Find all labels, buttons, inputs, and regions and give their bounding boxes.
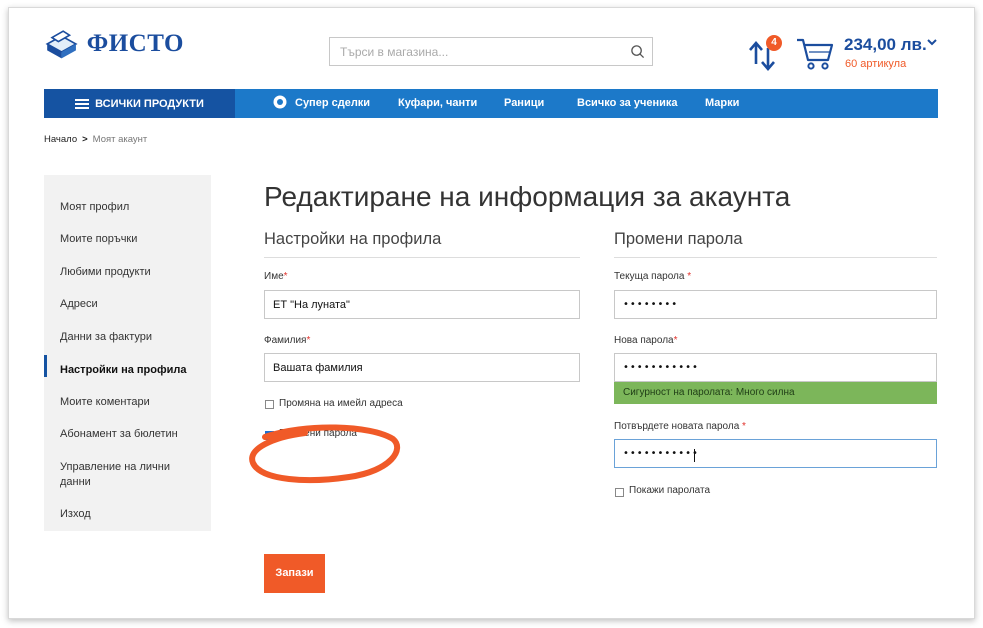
deal-badge-icon	[273, 95, 287, 109]
required-mark: *	[742, 421, 746, 432]
new-password-label-text: Нова парола	[614, 335, 674, 346]
confirm-password-label-text: Потвърдете новата парола	[614, 421, 740, 432]
show-password-checkbox[interactable]	[615, 488, 624, 497]
breadcrumb: Начало > Моят акаунт	[44, 134, 147, 145]
logo-box-icon	[45, 30, 78, 59]
cart-icon	[797, 38, 834, 70]
nav-item-school[interactable]: Всичко за ученика	[577, 89, 678, 118]
sidebar-item-addresses[interactable]: Адреси	[60, 297, 200, 312]
all-products-button[interactable]: ВСИЧКИ ПРОДУКТИ	[44, 89, 235, 118]
nav-item-label: Супер сделки	[295, 97, 371, 109]
profile-section-divider	[264, 257, 580, 258]
first-name-field[interactable]	[264, 290, 580, 319]
last-name-label: Фамилия*	[264, 335, 310, 346]
nav-item-suitcases[interactable]: Куфари, чанти	[398, 89, 477, 118]
nav-item-brands[interactable]: Марки	[705, 89, 739, 118]
active-indicator	[44, 355, 47, 377]
compare-count-badge: 4	[766, 35, 782, 51]
cart-items-count: 60 артикула	[845, 58, 907, 70]
required-mark: *	[673, 335, 678, 346]
change-email-checkbox[interactable]	[265, 400, 274, 409]
sidebar-item-invoices[interactable]: Данни за фактури	[60, 330, 200, 345]
sidebar-item-account-settings[interactable]: Настройки на профила	[60, 363, 200, 378]
last-name-field[interactable]	[264, 353, 580, 382]
chevron-down-icon[interactable]	[926, 36, 938, 48]
required-mark: *	[687, 271, 692, 282]
breadcrumb-current: Моят акаунт	[92, 134, 148, 145]
breadcrumb-home[interactable]: Начало	[44, 134, 77, 145]
first-name-label-text: Име	[264, 271, 284, 282]
new-password-field[interactable]	[614, 353, 937, 382]
save-button[interactable]: Запази	[264, 554, 325, 593]
sidebar-item-newsletter[interactable]: Абонамент за бюлетин	[60, 427, 200, 442]
search-input[interactable]	[330, 38, 620, 65]
password-section-title: Промени парола	[614, 230, 743, 248]
breadcrumb-separator: >	[82, 134, 88, 145]
profile-section-title: Настройки на профила	[264, 230, 442, 248]
sidebar-item-comments[interactable]: Моите коментари	[60, 395, 200, 410]
current-password-field[interactable]	[614, 290, 937, 319]
current-password-label: Текуща парола *	[614, 271, 691, 282]
required-mark: *	[283, 271, 288, 282]
sidebar-item-orders[interactable]: Моите поръчки	[60, 232, 200, 247]
page-title: Редактиране на информация за акаунта	[264, 181, 791, 212]
all-products-label: ВСИЧКИ ПРОДУКТИ	[95, 97, 204, 110]
site-logo[interactable]: ФИСТО	[44, 22, 184, 66]
sidebar-item-logout[interactable]: Изход	[60, 507, 200, 522]
cart-button[interactable]	[795, 36, 835, 72]
nav-item-backpacks[interactable]: Раници	[504, 89, 544, 118]
text-cursor	[694, 449, 695, 462]
account-sidebar: Моят профил Моите поръчки Любими продукт…	[44, 175, 211, 531]
change-email-label[interactable]: Промяна на имейл адреса	[279, 398, 403, 409]
sidebar-item-favorites[interactable]: Любими продукти	[60, 265, 200, 280]
search-box	[329, 37, 653, 66]
compare-button[interactable]: 4	[749, 35, 783, 72]
sidebar-item-profile[interactable]: Моят профил	[60, 200, 200, 215]
logo-text: ФИСТО	[86, 30, 184, 57]
password-strength-meter: Сигурност на паролата: Много силна	[614, 382, 937, 404]
new-password-label: Нова парола*	[614, 335, 678, 346]
confirm-password-label: Потвърдете новата парола *	[614, 421, 746, 432]
password-section-divider	[614, 257, 937, 258]
current-password-label-text: Текуща парола	[614, 271, 685, 282]
hamburger-icon	[75, 98, 90, 109]
confirm-password-field[interactable]	[614, 439, 937, 468]
first-name-label: Име*	[264, 271, 288, 282]
show-password-label[interactable]: Покажи паролата	[629, 485, 710, 496]
required-mark: *	[306, 335, 311, 346]
annotation-circle	[249, 424, 401, 483]
sidebar-item-personal-data[interactable]: Управление на лични данни	[60, 460, 180, 490]
last-name-label-text: Фамилия	[264, 335, 307, 346]
cart-total[interactable]: 234,00 лв.	[844, 35, 927, 55]
search-icon[interactable]	[630, 44, 645, 59]
main-nav: ВСИЧКИ ПРОДУКТИ Супер сделки Куфари, чан…	[44, 89, 938, 118]
nav-item-super-deals[interactable]: Супер сделки	[273, 89, 370, 118]
browser-page: ФИСТО 4 234,00 лв. 60 артикула	[8, 7, 975, 619]
